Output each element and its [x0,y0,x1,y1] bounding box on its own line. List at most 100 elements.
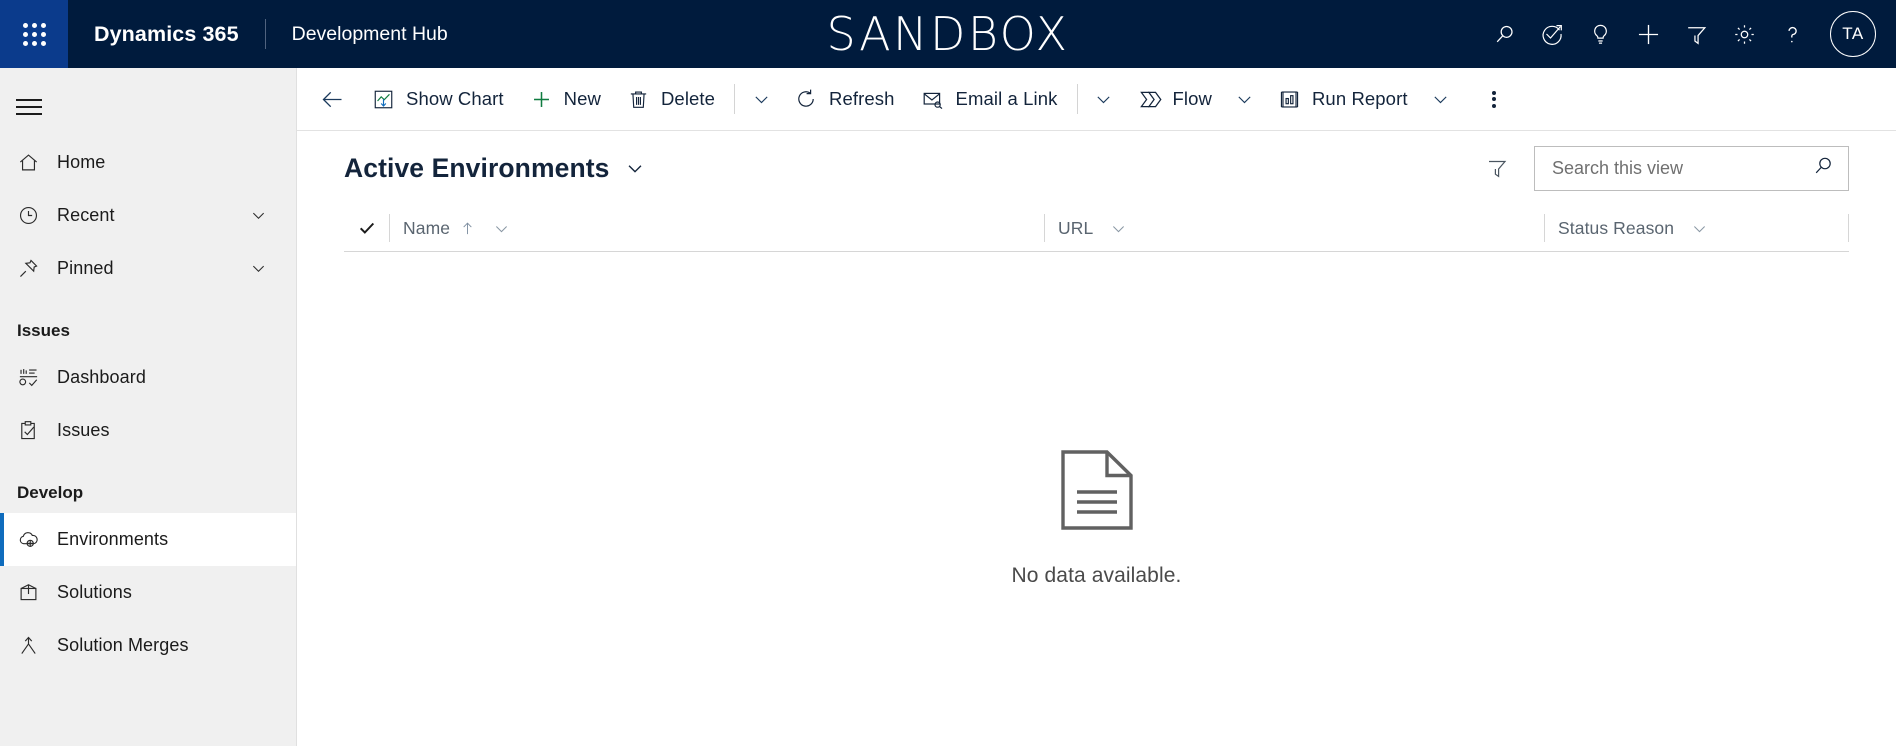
command-divider [1076,84,1078,114]
empty-state-message: No data available. [1011,563,1182,587]
column-header-label: Name [403,217,451,238]
search-view-box[interactable] [1534,145,1849,191]
waffle-grid-icon [22,22,46,46]
refresh-label: Refresh [829,88,895,109]
sidebar-item-label: Environments [57,529,169,549]
dashboard-icon [17,366,57,389]
flow-button[interactable]: Flow [1124,68,1225,131]
chevron-down-icon[interactable] [1109,219,1128,238]
select-all-checkbox[interactable] [344,205,389,251]
empty-state: No data available. [297,308,1896,728]
sidebar-item-issues[interactable]: Issues [0,404,296,457]
run-report-overflow-caret[interactable] [1421,68,1461,131]
focus-assistant-icon[interactable] [1528,0,1576,68]
sort-ascending-icon [459,220,476,237]
search-icon[interactable] [1480,0,1528,68]
show-chart-label: Show Chart [406,88,504,109]
environment-banner-label: SANDBOX [826,7,1070,61]
sidebar-group-issues: Issues [17,321,70,340]
cloud-icon [17,528,57,551]
column-header-name[interactable]: Name [389,205,1044,251]
plus-icon [530,88,553,111]
app-launcher-button[interactable] [0,0,68,68]
brand-divider [264,19,266,49]
lightbulb-icon[interactable] [1576,0,1624,68]
refresh-button[interactable]: Refresh [781,68,907,131]
email-a-link-label: Email a Link [955,88,1058,109]
clipboard-check-icon [17,419,57,442]
email-link-icon [921,87,945,111]
flow-label: Flow [1172,88,1212,109]
chevron-down-icon[interactable] [249,206,268,225]
chevron-down-icon[interactable] [624,157,646,179]
chevron-down-icon[interactable] [492,219,511,238]
clock-icon [17,204,57,227]
command-divider [734,84,736,114]
column-header-label: Status Reason [1558,217,1675,238]
filter-icon[interactable] [1672,0,1720,68]
sidebar-group-develop: Develop [17,483,84,502]
back-button[interactable] [305,72,359,126]
column-header-end-divider [1848,214,1849,242]
view-header: Active Environments [297,131,1896,205]
sidebar-item-solutions[interactable]: Solutions [0,566,296,619]
pin-icon [17,257,57,280]
email-overflow-caret[interactable] [1084,68,1124,131]
view-selector[interactable]: Active Environments [344,153,646,184]
search-icon[interactable] [1811,154,1835,183]
hamburger-menu-icon[interactable] [0,78,58,136]
run-report-label: Run Report [1311,88,1408,109]
ellipsis-vertical-icon [1491,88,1496,110]
plus-icon[interactable] [1624,0,1672,68]
new-button[interactable]: New [517,68,614,131]
search-input[interactable] [1552,157,1811,179]
column-header-label: URL [1058,217,1094,238]
report-icon [1278,88,1301,111]
gear-icon[interactable] [1720,0,1768,68]
avatar-initials: TA [1842,24,1864,43]
flow-overflow-caret[interactable] [1225,68,1265,131]
sidebar-item-dashboard[interactable]: Dashboard [0,351,296,404]
sidebar-item-recent[interactable]: Recent [0,189,296,242]
new-label: New [563,88,601,109]
sidebar-item-label: Home [57,152,106,172]
run-report-button[interactable]: Run Report [1265,68,1421,131]
flow-icon [1137,87,1162,112]
email-a-link-button[interactable]: Email a Link [908,68,1071,131]
delete-label: Delete [660,88,716,109]
chevron-down-icon[interactable] [249,259,268,278]
sidebar: Home Recent Pinned Issues Dashboard Issu… [0,68,297,746]
brand-title[interactable]: Dynamics 365 [94,22,239,47]
refresh-icon [794,87,818,111]
sidebar-item-label: Issues [57,420,110,440]
sidebar-item-solution-merges[interactable]: Solution Merges [0,619,296,672]
sidebar-item-home[interactable]: Home [0,136,296,189]
hamburger-bars [16,94,42,121]
main-content: Show Chart New Delete Refresh Email a Li… [297,68,1896,746]
command-bar: Show Chart New Delete Refresh Email a Li… [297,68,1896,131]
sidebar-item-label: Solution Merges [57,635,189,655]
avatar[interactable]: TA [1830,11,1876,57]
more-commands-button[interactable] [1471,68,1517,131]
home-icon [17,151,57,174]
help-icon[interactable] [1768,0,1816,68]
page-title: Active Environments [344,152,610,183]
document-icon [1059,449,1135,536]
column-header-url[interactable]: URL [1044,205,1544,251]
top-navigation-bar: Dynamics 365 Development Hub SANDBOX TA [0,0,1896,68]
show-chart-icon [372,88,395,111]
filter-icon[interactable] [1474,145,1520,191]
show-chart-button[interactable]: Show Chart [359,68,517,131]
column-header-status-reason[interactable]: Status Reason [1544,205,1848,251]
sidebar-item-label: Pinned [57,258,114,278]
box-icon [17,581,57,604]
delete-overflow-caret[interactable] [741,68,781,131]
trash-icon [627,88,650,111]
app-name-label[interactable]: Development Hub [292,23,448,46]
sidebar-item-environments[interactable]: Environments [0,513,296,566]
chevron-down-icon[interactable] [1690,219,1709,238]
merge-icon [17,634,57,657]
sidebar-item-pinned[interactable]: Pinned [0,242,296,295]
sidebar-item-label: Recent [57,205,115,225]
delete-button[interactable]: Delete [614,68,728,131]
